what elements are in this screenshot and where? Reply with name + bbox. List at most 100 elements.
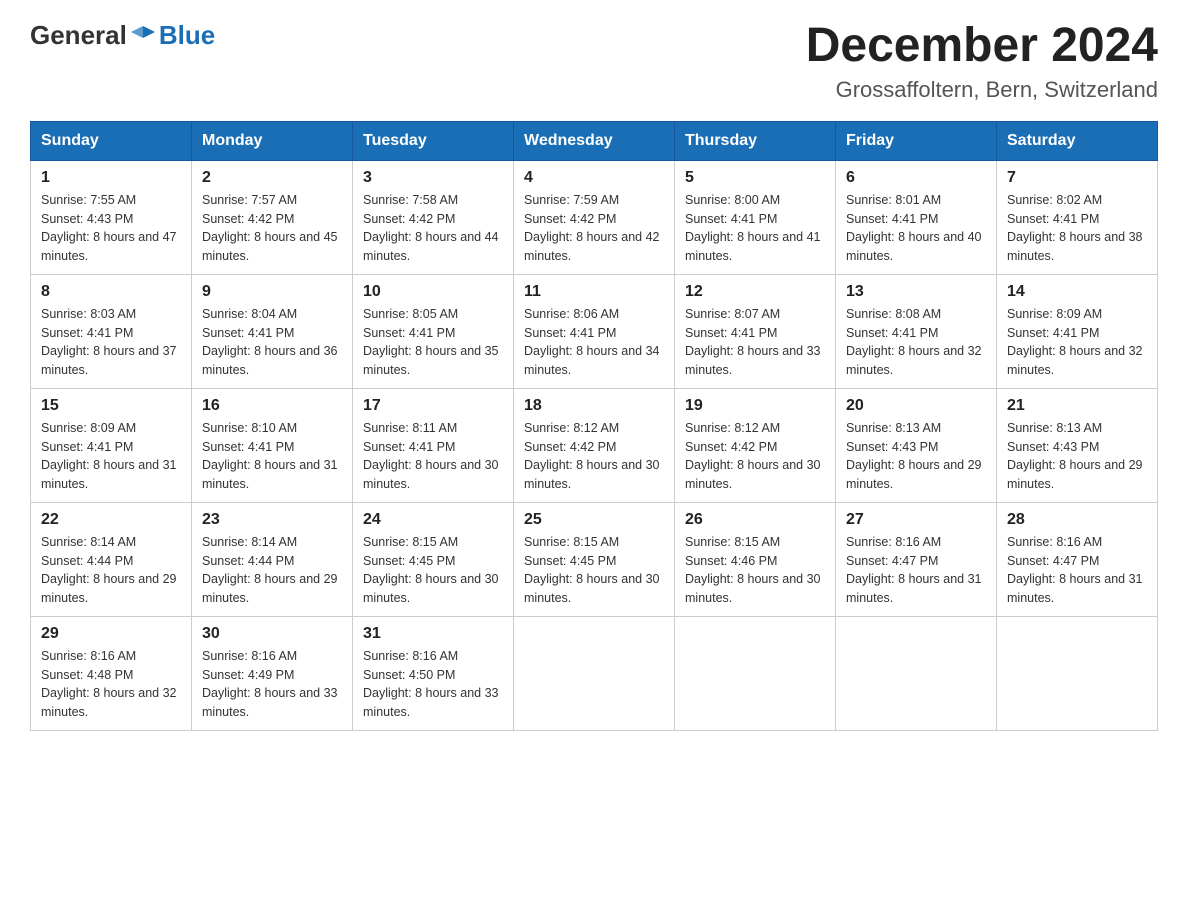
day-number: 14 — [1007, 283, 1147, 301]
day-number: 29 — [41, 625, 181, 643]
day-info: Sunrise: 8:04 AMSunset: 4:41 PMDaylight:… — [202, 305, 342, 380]
day-number: 30 — [202, 625, 342, 643]
day-number: 17 — [363, 397, 503, 415]
calendar-cell: 20Sunrise: 8:13 AMSunset: 4:43 PMDayligh… — [836, 388, 997, 502]
day-number: 15 — [41, 397, 181, 415]
day-info: Sunrise: 8:15 AMSunset: 4:45 PMDaylight:… — [524, 533, 664, 608]
calendar-cell: 15 Sunrise: 8:09 AMSunset: 4:41 PMDayligh… — [31, 388, 192, 502]
logo-flag-icon — [129, 22, 157, 50]
day-number: 7 — [1007, 169, 1147, 187]
day-number: 21 — [1007, 397, 1147, 415]
day-info: Sunrise: 8:16 AMSunset: 4:47 PMDaylight:… — [846, 533, 986, 608]
day-number: 10 — [363, 283, 503, 301]
day-info: Sunrise: 8:16 AMSunset: 4:50 PMDaylight:… — [363, 647, 503, 722]
day-number: 13 — [846, 283, 986, 301]
day-number: 18 — [524, 397, 664, 415]
logo-blue-text: Blue — [159, 20, 215, 51]
calendar-cell: 4 Sunrise: 7:59 AMSunset: 4:42 PMDaylight… — [514, 160, 675, 274]
day-info: Sunrise: 8:11 AMSunset: 4:41 PMDaylight:… — [363, 419, 503, 494]
day-info: Sunrise: 8:00 AMSunset: 4:41 PMDaylight:… — [685, 191, 825, 266]
weekday-header-friday: Friday — [836, 121, 997, 160]
calendar-table: SundayMondayTuesdayWednesdayThursdayFrid… — [30, 121, 1158, 731]
day-info: Sunrise: 8:15 AMSunset: 4:45 PMDaylight:… — [363, 533, 503, 608]
calendar-cell: 19 Sunrise: 8:12 AMSunset: 4:42 PMDayligh… — [675, 388, 836, 502]
logo: General Blue — [30, 20, 215, 51]
day-info: Sunrise: 8:01 AMSunset: 4:41 PMDaylight:… — [846, 191, 986, 266]
calendar-cell: 18Sunrise: 8:12 AMSunset: 4:42 PMDayligh… — [514, 388, 675, 502]
day-info: Sunrise: 8:14 AMSunset: 4:44 PMDaylight:… — [41, 533, 181, 608]
calendar-cell: 3 Sunrise: 7:58 AMSunset: 4:42 PMDaylight… — [353, 160, 514, 274]
day-info: Sunrise: 8:13 AMSunset: 4:43 PMDaylight:… — [1007, 419, 1147, 494]
day-number: 12 — [685, 283, 825, 301]
calendar-week-row: 22 Sunrise: 8:14 AMSunset: 4:44 PMDayligh… — [31, 502, 1158, 616]
day-info: Sunrise: 8:09 AMSunset: 4:41 PMDaylight:… — [41, 419, 181, 494]
calendar-cell: 13 Sunrise: 8:08 AMSunset: 4:41 PMDayligh… — [836, 274, 997, 388]
calendar-cell: 12 Sunrise: 8:07 AMSunset: 4:41 PMDayligh… — [675, 274, 836, 388]
page-header: General Blue December 2024 Grossaffolter… — [30, 20, 1158, 103]
logo-general-text: General — [30, 20, 127, 51]
day-info: Sunrise: 8:03 AMSunset: 4:41 PMDaylight:… — [41, 305, 181, 380]
title-block: December 2024 Grossaffoltern, Bern, Swit… — [806, 20, 1158, 103]
day-number: 8 — [41, 283, 181, 301]
calendar-cell: 5 Sunrise: 8:00 AMSunset: 4:41 PMDaylight… — [675, 160, 836, 274]
weekday-header-saturday: Saturday — [997, 121, 1158, 160]
day-number: 19 — [685, 397, 825, 415]
day-info: Sunrise: 8:06 AMSunset: 4:41 PMDaylight:… — [524, 305, 664, 380]
calendar-cell: 25 Sunrise: 8:15 AMSunset: 4:45 PMDayligh… — [514, 502, 675, 616]
day-number: 16 — [202, 397, 342, 415]
weekday-header-thursday: Thursday — [675, 121, 836, 160]
day-info: Sunrise: 8:07 AMSunset: 4:41 PMDaylight:… — [685, 305, 825, 380]
calendar-cell: 14 Sunrise: 8:09 AMSunset: 4:41 PMDayligh… — [997, 274, 1158, 388]
calendar-cell: 22 Sunrise: 8:14 AMSunset: 4:44 PMDayligh… — [31, 502, 192, 616]
calendar-cell — [514, 616, 675, 730]
calendar-cell: 21 Sunrise: 8:13 AMSunset: 4:43 PMDayligh… — [997, 388, 1158, 502]
calendar-cell — [675, 616, 836, 730]
day-number: 3 — [363, 169, 503, 187]
calendar-cell: 28Sunrise: 8:16 AMSunset: 4:47 PMDayligh… — [997, 502, 1158, 616]
day-number: 1 — [41, 169, 181, 187]
calendar-cell: 7Sunrise: 8:02 AMSunset: 4:41 PMDaylight… — [997, 160, 1158, 274]
day-number: 28 — [1007, 511, 1147, 529]
day-info: Sunrise: 7:55 AMSunset: 4:43 PMDaylight:… — [41, 191, 181, 266]
calendar-cell: 16 Sunrise: 8:10 AMSunset: 4:41 PMDayligh… — [192, 388, 353, 502]
day-info: Sunrise: 7:57 AMSunset: 4:42 PMDaylight:… — [202, 191, 342, 266]
calendar-cell: 1 Sunrise: 7:55 AMSunset: 4:43 PMDaylight… — [31, 160, 192, 274]
day-number: 27 — [846, 511, 986, 529]
calendar-cell: 2 Sunrise: 7:57 AMSunset: 4:42 PMDaylight… — [192, 160, 353, 274]
day-info: Sunrise: 8:16 AMSunset: 4:49 PMDaylight:… — [202, 647, 342, 722]
day-info: Sunrise: 8:16 AMSunset: 4:48 PMDaylight:… — [41, 647, 181, 722]
calendar-cell: 8 Sunrise: 8:03 AMSunset: 4:41 PMDaylight… — [31, 274, 192, 388]
day-number: 22 — [41, 511, 181, 529]
day-number: 23 — [202, 511, 342, 529]
calendar-week-row: 8 Sunrise: 8:03 AMSunset: 4:41 PMDaylight… — [31, 274, 1158, 388]
calendar-cell: 30 Sunrise: 8:16 AMSunset: 4:49 PMDayligh… — [192, 616, 353, 730]
day-info: Sunrise: 8:10 AMSunset: 4:41 PMDaylight:… — [202, 419, 342, 494]
day-info: Sunrise: 8:08 AMSunset: 4:41 PMDaylight:… — [846, 305, 986, 380]
calendar-cell: 29 Sunrise: 8:16 AMSunset: 4:48 PMDayligh… — [31, 616, 192, 730]
calendar-cell: 11 Sunrise: 8:06 AMSunset: 4:41 PMDayligh… — [514, 274, 675, 388]
day-number: 6 — [846, 169, 986, 187]
calendar-cell: 27 Sunrise: 8:16 AMSunset: 4:47 PMDayligh… — [836, 502, 997, 616]
day-info: Sunrise: 8:09 AMSunset: 4:41 PMDaylight:… — [1007, 305, 1147, 380]
calendar-cell: 23Sunrise: 8:14 AMSunset: 4:44 PMDayligh… — [192, 502, 353, 616]
day-info: Sunrise: 8:15 AMSunset: 4:46 PMDaylight:… — [685, 533, 825, 608]
calendar-week-row: 1 Sunrise: 7:55 AMSunset: 4:43 PMDaylight… — [31, 160, 1158, 274]
day-number: 11 — [524, 283, 664, 301]
weekday-header-sunday: Sunday — [31, 121, 192, 160]
calendar-cell: 26 Sunrise: 8:15 AMSunset: 4:46 PMDayligh… — [675, 502, 836, 616]
weekday-header-row: SundayMondayTuesdayWednesdayThursdayFrid… — [31, 121, 1158, 160]
day-number: 25 — [524, 511, 664, 529]
weekday-header-monday: Monday — [192, 121, 353, 160]
day-number: 5 — [685, 169, 825, 187]
day-number: 31 — [363, 625, 503, 643]
day-info: Sunrise: 7:59 AMSunset: 4:42 PMDaylight:… — [524, 191, 664, 266]
day-info: Sunrise: 7:58 AMSunset: 4:42 PMDaylight:… — [363, 191, 503, 266]
day-info: Sunrise: 8:12 AMSunset: 4:42 PMDaylight:… — [685, 419, 825, 494]
day-info: Sunrise: 8:05 AMSunset: 4:41 PMDaylight:… — [363, 305, 503, 380]
day-number: 4 — [524, 169, 664, 187]
day-info: Sunrise: 8:13 AMSunset: 4:43 PMDaylight:… — [846, 419, 986, 494]
calendar-cell — [997, 616, 1158, 730]
day-number: 26 — [685, 511, 825, 529]
month-title: December 2024 — [806, 20, 1158, 73]
day-number: 2 — [202, 169, 342, 187]
